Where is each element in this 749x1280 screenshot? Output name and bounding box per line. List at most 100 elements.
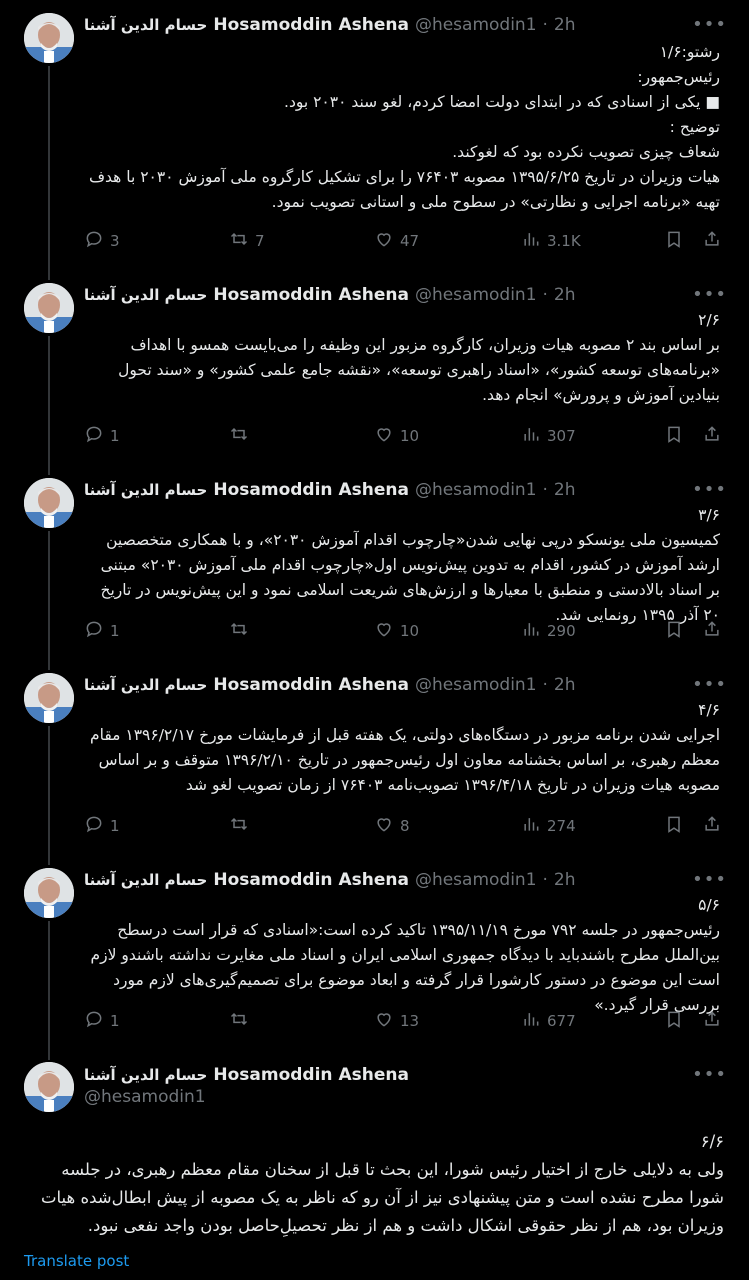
repost-button[interactable] — [229, 424, 255, 448]
bookmark-button[interactable] — [664, 814, 684, 838]
tweet-2[interactable]: حسام الدین آشنا Hosamoddin Ashena @hesam… — [0, 270, 749, 475]
tweet-text: ۲/۶ بر اساس بند ۲ مصوبه هیات وزیران، کار… — [118, 311, 720, 404]
thread-line — [48, 726, 50, 865]
separator: · — [542, 675, 548, 695]
author-name[interactable]: Hosamoddin Ashena — [213, 675, 409, 695]
timestamp[interactable]: 2h — [554, 675, 576, 695]
like-icon — [374, 814, 394, 838]
views-count: 307 — [547, 427, 576, 445]
repost-button[interactable] — [229, 1009, 255, 1033]
avatar[interactable] — [24, 673, 74, 723]
more-icon[interactable]: ••• — [692, 869, 727, 890]
like-button[interactable]: 13 — [374, 1009, 419, 1033]
author-name[interactable]: Hosamoddin Ashena — [213, 480, 409, 500]
share-button[interactable] — [702, 1009, 722, 1033]
tweet-header: حسام الدین آشنا Hosamoddin Ashena @hesam… — [84, 673, 576, 697]
timestamp[interactable]: 2h — [554, 480, 576, 500]
tweet-header: حسام الدین آشنا Hosamoddin Ashena @hesam… — [84, 283, 576, 307]
reply-count: 3 — [110, 232, 120, 250]
reply-button[interactable]: 1 — [84, 424, 120, 448]
repost-button[interactable] — [229, 814, 255, 838]
separator: · — [542, 480, 548, 500]
more-icon[interactable]: ••• — [692, 284, 727, 305]
like-count: 13 — [400, 1012, 420, 1030]
reply-button[interactable]: 1 — [84, 814, 120, 838]
author-handle[interactable]: @hesamodin1 — [415, 870, 537, 890]
bookmark-button[interactable] — [664, 424, 684, 448]
tweet-3[interactable]: حسام الدین آشنا Hosamoddin Ashena @hesam… — [0, 465, 749, 670]
bookmark-button[interactable] — [664, 619, 684, 643]
like-count: 47 — [400, 232, 420, 250]
author-name[interactable]: Hosamoddin Ashena — [213, 285, 409, 305]
bookmark-icon — [664, 814, 684, 838]
views-button[interactable]: 307 — [521, 424, 576, 448]
repost-icon — [229, 814, 249, 838]
translate-post-link[interactable]: Translate post — [24, 1252, 129, 1270]
avatar[interactable] — [24, 1062, 74, 1112]
avatar[interactable] — [24, 478, 74, 528]
repost-button[interactable]: 7 — [229, 229, 265, 253]
author-name-fa[interactable]: حسام الدین آشنا — [84, 286, 207, 304]
share-button[interactable] — [702, 424, 722, 448]
author-name-fa[interactable]: حسام الدین آشنا — [84, 16, 207, 34]
author-handle[interactable]: @hesamodin1 — [415, 285, 537, 305]
tweet-header: حسام الدین آشنا Hosamoddin Ashena — [84, 1063, 409, 1087]
avatar[interactable] — [24, 13, 74, 63]
timestamp[interactable]: 2h — [554, 15, 576, 35]
reply-count: 1 — [110, 817, 120, 835]
like-button[interactable]: 10 — [374, 424, 419, 448]
bookmark-button[interactable] — [664, 1009, 684, 1033]
timestamp[interactable]: 2h — [554, 285, 576, 305]
reply-button[interactable]: 3 — [84, 229, 120, 253]
share-icon — [702, 1009, 722, 1033]
avatar[interactable] — [24, 868, 74, 918]
author-name-fa[interactable]: حسام الدین آشنا — [84, 676, 207, 694]
share-button[interactable] — [702, 619, 722, 643]
share-button[interactable] — [702, 229, 722, 253]
like-button[interactable]: 47 — [374, 229, 419, 253]
like-count: 10 — [400, 427, 420, 445]
bookmark-button[interactable] — [664, 229, 684, 253]
author-name[interactable]: Hosamoddin Ashena — [213, 15, 409, 35]
like-button[interactable]: 8 — [374, 814, 410, 838]
reply-button[interactable]: 1 — [84, 1009, 120, 1033]
author-name[interactable]: Hosamoddin Ashena — [213, 870, 409, 890]
reply-button[interactable]: 1 — [84, 619, 120, 643]
author-name-fa[interactable]: حسام الدین آشنا — [84, 481, 207, 499]
tweet-4[interactable]: حسام الدین آشنا Hosamoddin Ashena @hesam… — [0, 660, 749, 865]
more-icon[interactable]: ••• — [692, 674, 727, 695]
views-button[interactable]: 290 — [521, 619, 576, 643]
repost-button[interactable] — [229, 619, 255, 643]
tweet-5[interactable]: حسام الدین آشنا Hosamoddin Ashena @hesam… — [0, 855, 749, 1060]
author-name-fa[interactable]: حسام الدین آشنا — [84, 871, 207, 889]
reply-icon — [84, 424, 104, 448]
author-handle[interactable]: @hesamodin1 — [84, 1087, 206, 1107]
reply-icon — [84, 619, 104, 643]
separator: · — [542, 870, 548, 890]
author-name-fa[interactable]: حسام الدین آشنا — [84, 1066, 207, 1084]
like-button[interactable]: 10 — [374, 619, 419, 643]
views-icon — [521, 424, 541, 448]
author-name[interactable]: Hosamoddin Ashena — [213, 1065, 409, 1085]
timestamp[interactable]: 2h — [554, 870, 576, 890]
author-handle[interactable]: @hesamodin1 — [415, 675, 537, 695]
share-icon — [702, 814, 722, 838]
action-bar: 1 8 274 — [84, 814, 724, 836]
views-count: 677 — [547, 1012, 576, 1030]
author-handle[interactable]: @hesamodin1 — [415, 15, 537, 35]
reply-count: 1 — [110, 427, 120, 445]
share-button[interactable] — [702, 814, 722, 838]
action-bar: 3 7 47 3.1K — [84, 229, 724, 251]
avatar[interactable] — [24, 283, 74, 333]
like-icon — [374, 424, 394, 448]
views-button[interactable]: 3.1K — [521, 229, 581, 253]
like-count: 8 — [400, 817, 410, 835]
more-icon[interactable]: ••• — [692, 479, 727, 500]
tweet-1[interactable]: حسام الدین آشنا Hosamoddin Ashena @hesam… — [0, 0, 749, 280]
views-button[interactable]: 677 — [521, 1009, 576, 1033]
views-button[interactable]: 274 — [521, 814, 576, 838]
more-icon[interactable]: ••• — [692, 14, 727, 35]
author-handle[interactable]: @hesamodin1 — [415, 480, 537, 500]
more-icon[interactable]: ••• — [692, 1064, 727, 1085]
like-icon — [374, 619, 394, 643]
